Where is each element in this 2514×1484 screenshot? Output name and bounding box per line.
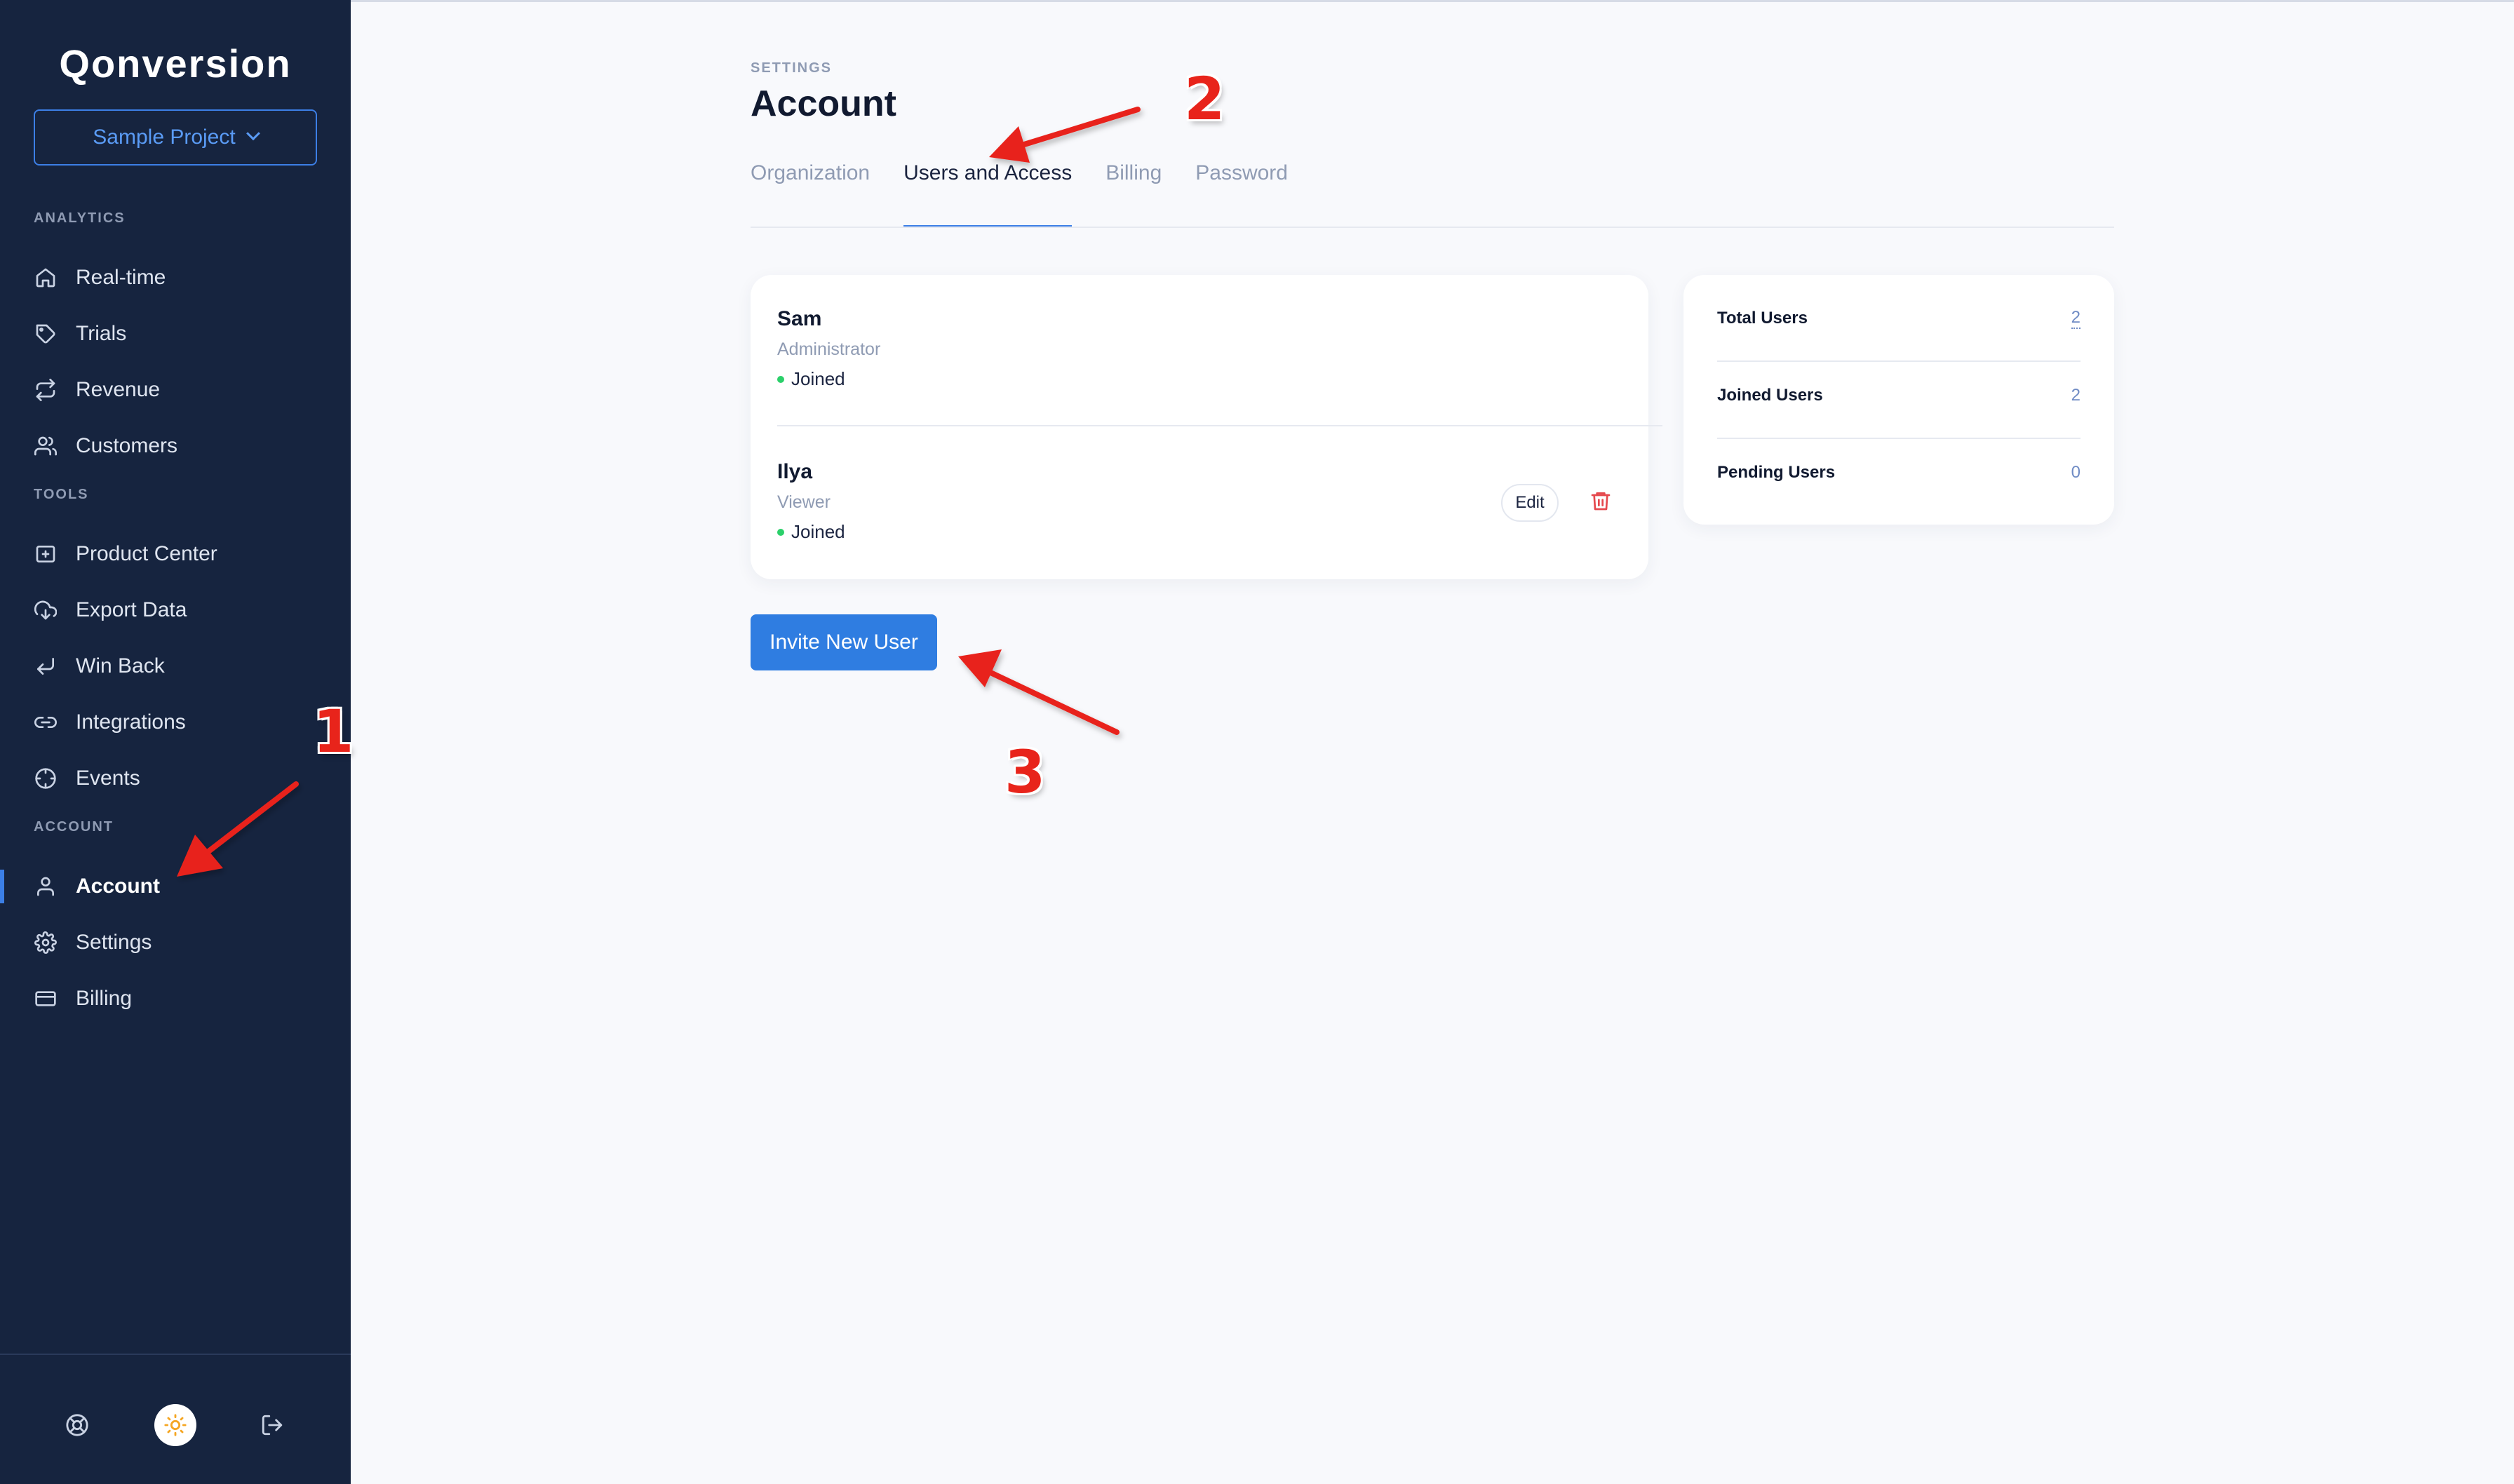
sidebar-item-win-back[interactable]: Win Back [0, 644, 351, 689]
stat-label: Total Users [1717, 309, 1808, 328]
sidebar-item-real-time[interactable]: Real-time [0, 255, 351, 300]
sidebar-item-label: Trials [76, 322, 127, 345]
repeat-icon [34, 378, 58, 402]
user-name: Ilya [777, 460, 813, 483]
link-icon [34, 710, 58, 734]
gear-icon [34, 931, 58, 955]
user-stats-card: Total Users 2 Joined Users 2 Pending Use… [1683, 275, 2114, 525]
tab-password[interactable]: Password [1195, 160, 1288, 227]
users-list-card: Sam Administrator Joined Ilya Viewer Joi… [751, 275, 1662, 579]
stat-label: Joined Users [1717, 386, 1823, 405]
sidebar-item-label: Customers [76, 434, 178, 457]
sidebar: Qonversion Sample Project ANALYTICS Real… [0, 0, 351, 1484]
status-dot-icon [777, 375, 784, 383]
sidebar-item-settings[interactable]: Settings [0, 920, 351, 965]
status-dot-icon [777, 528, 784, 536]
user-status: Joined [777, 521, 1619, 543]
section-label-analytics: ANALYTICS [34, 210, 126, 226]
users-icon [34, 434, 58, 458]
sidebar-item-export-data[interactable]: Export Data [0, 588, 351, 633]
sidebar-item-label: Revenue [76, 378, 161, 401]
sidebar-item-label: Real-time [76, 266, 166, 289]
row-divider [777, 425, 1662, 426]
user-icon [34, 875, 58, 898]
tab-bar: Organization Users and Access Billing Pa… [751, 160, 1288, 227]
sidebar-footer [0, 1354, 351, 1484]
sidebar-item-integrations[interactable]: Integrations [0, 700, 351, 745]
sidebar-item-trials[interactable]: Trials [0, 311, 351, 356]
stat-pending-users: Pending Users 0 [1717, 435, 2081, 511]
credit-card-icon [34, 987, 58, 1011]
sidebar-item-label: Billing [76, 987, 133, 1010]
sidebar-item-events[interactable]: Events [0, 756, 351, 801]
arrow-3-icon [958, 649, 1120, 735]
tag-icon [34, 322, 58, 346]
sun-icon[interactable] [154, 1404, 196, 1446]
chevron-down-icon [246, 126, 260, 141]
arrow-2-icon [989, 107, 1141, 163]
user-status: Joined [777, 368, 1619, 390]
edit-user-button[interactable]: Edit [1501, 484, 1559, 522]
tab-organization[interactable]: Organization [751, 160, 870, 227]
user-name: Sam [777, 307, 822, 330]
trash-icon[interactable] [1589, 490, 1615, 515]
annotation-step-1: 1 [313, 697, 354, 766]
app-logo: Qonversion [59, 41, 292, 86]
sidebar-item-label: Win Back [76, 654, 165, 677]
sidebar-item-label: Settings [76, 931, 152, 954]
stat-value: 2 [2071, 386, 2081, 405]
logout-icon[interactable] [251, 1404, 293, 1446]
section-label-account: ACCOUNT [34, 819, 114, 835]
sidebar-item-label: Product Center [76, 542, 217, 565]
sidebar-item-product-center[interactable]: Product Center [0, 532, 351, 576]
page-title: Account [751, 83, 896, 124]
user-row: Sam Administrator Joined [777, 307, 1619, 390]
window-top-border [0, 0, 2514, 2]
sidebar-item-revenue[interactable]: Revenue [0, 367, 351, 412]
breadcrumb: SETTINGS [751, 60, 833, 76]
sidebar-item-label: Account [76, 875, 160, 898]
cloud-download-icon [34, 598, 58, 622]
tabs-divider [751, 227, 2114, 228]
sidebar-item-label: Export Data [76, 598, 187, 621]
user-row: Ilya Viewer Joined [777, 460, 1619, 543]
sidebar-item-label: Integrations [76, 710, 186, 734]
invite-new-user-button[interactable]: Invite New User [751, 614, 937, 670]
crosshair-icon [34, 767, 58, 790]
stat-value: 0 [2071, 463, 2081, 482]
project-selector[interactable]: Sample Project [34, 109, 317, 166]
project-selector-label: Sample Project [93, 126, 236, 149]
corner-down-left-icon [34, 654, 58, 678]
user-status-label: Joined [791, 368, 845, 389]
folder-plus-icon [34, 542, 58, 566]
user-role: Administrator [777, 339, 881, 359]
help-icon[interactable] [56, 1404, 98, 1446]
sidebar-item-account[interactable]: Account [0, 864, 351, 909]
section-label-tools: TOOLS [34, 487, 89, 502]
annotation-step-3: 3 [1004, 738, 1046, 807]
home-icon [34, 266, 58, 290]
user-status-label: Joined [791, 521, 845, 542]
stat-total-users: Total Users 2 [1717, 281, 2081, 356]
stat-joined-users: Joined Users 2 [1717, 358, 2081, 433]
sidebar-item-label: Events [76, 767, 140, 790]
annotation-step-2: 2 [1184, 65, 1225, 133]
sidebar-item-customers[interactable]: Customers [0, 424, 351, 468]
sidebar-item-billing[interactable]: Billing [0, 976, 351, 1021]
stat-label: Pending Users [1717, 463, 1836, 482]
tab-billing[interactable]: Billing [1105, 160, 1162, 227]
stat-value[interactable]: 2 [2071, 308, 2081, 329]
tab-users-and-access[interactable]: Users and Access [903, 160, 1073, 227]
user-role: Viewer [777, 492, 831, 512]
